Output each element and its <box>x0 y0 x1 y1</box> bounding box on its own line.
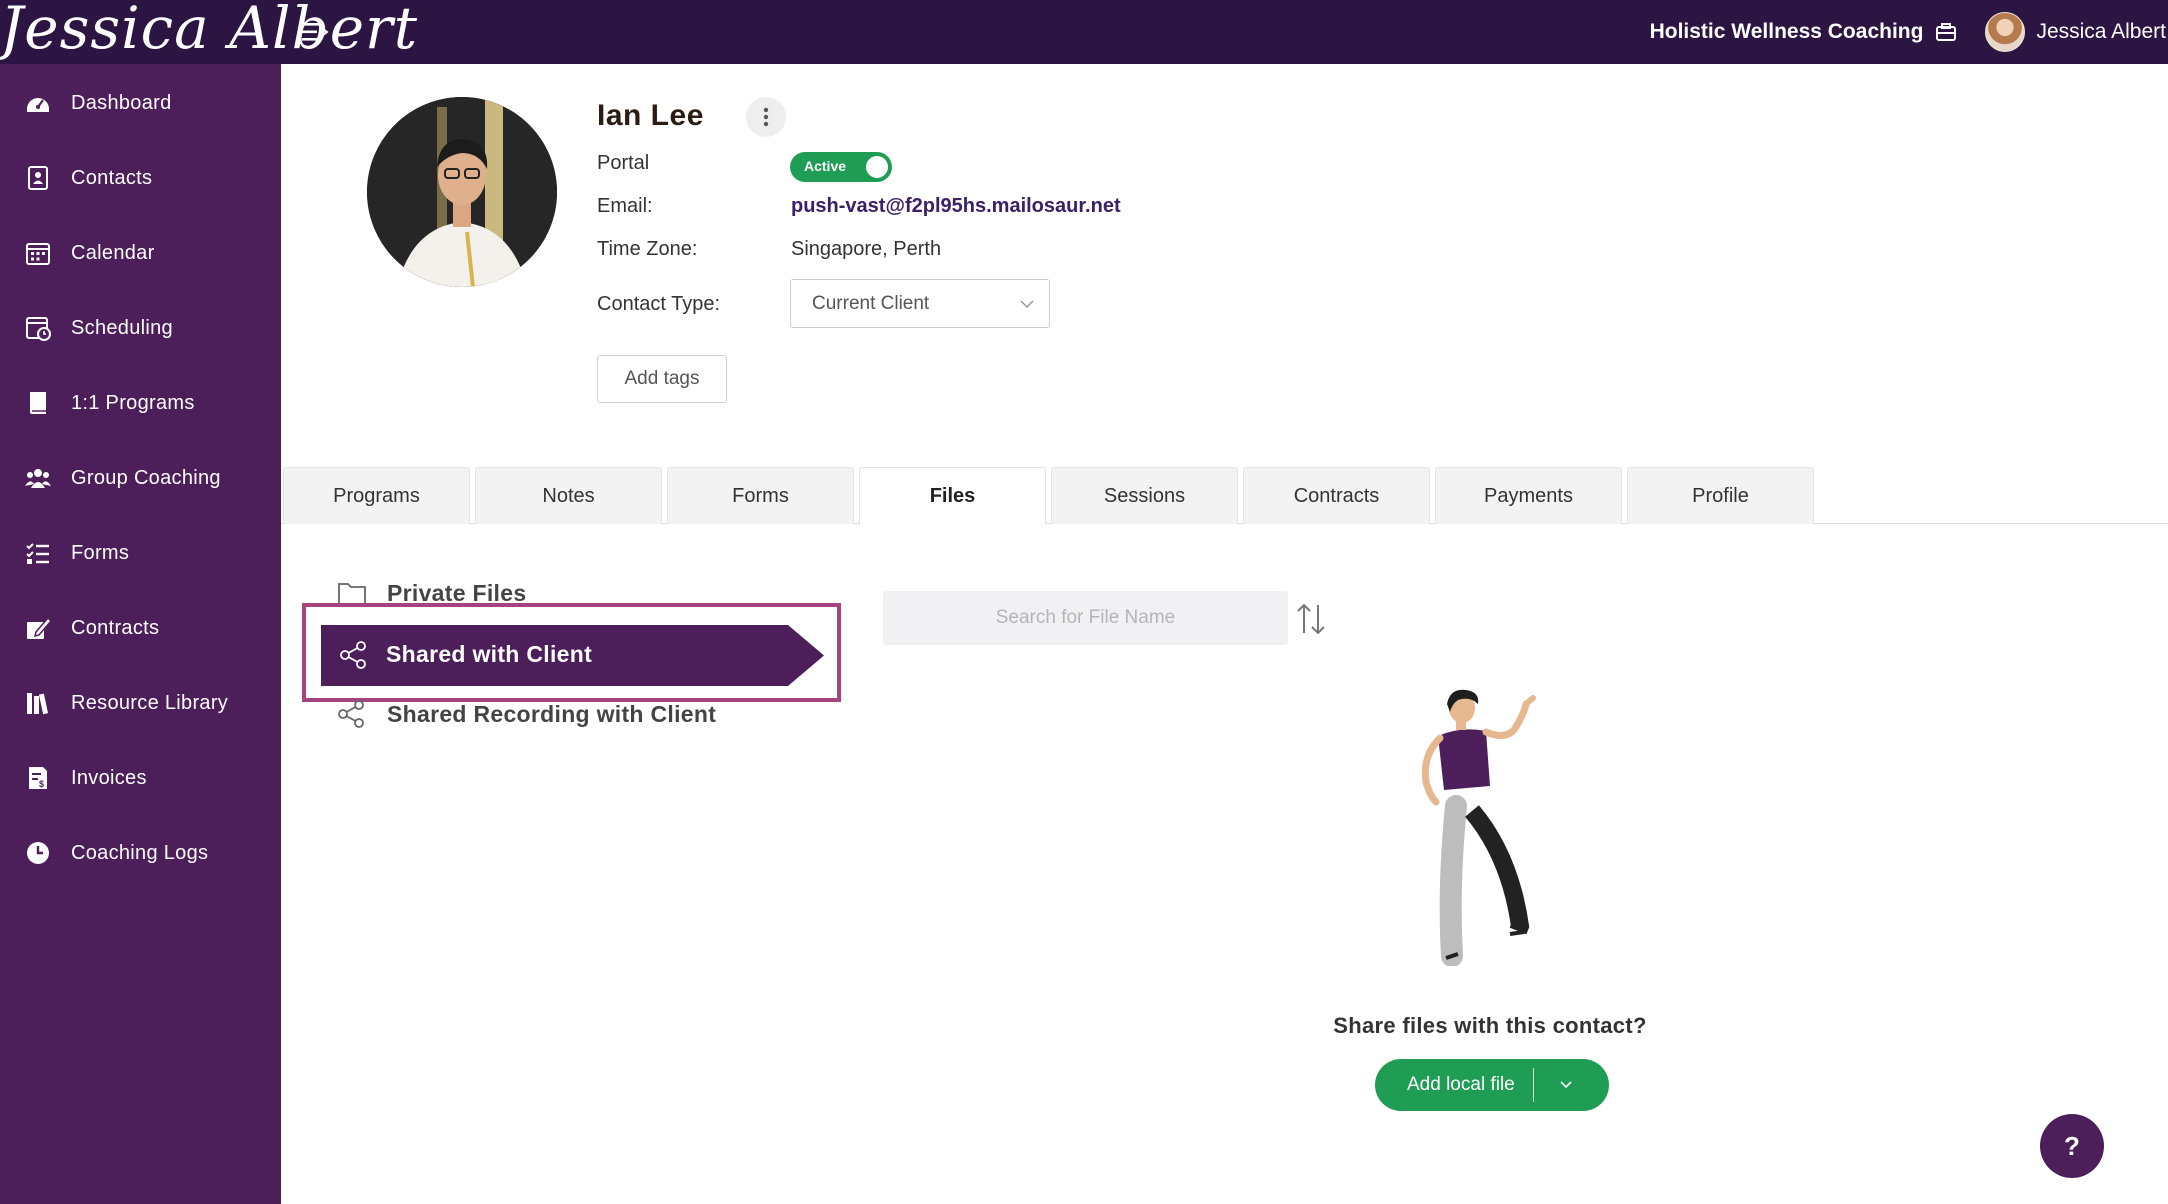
share-icon <box>340 641 366 669</box>
tab-notes[interactable]: Notes <box>475 467 662 524</box>
contact-photo-image <box>367 97 557 287</box>
tab-sessions[interactable]: Sessions <box>1051 467 1238 524</box>
sort-icon[interactable] <box>1293 601 1329 637</box>
clock-icon <box>27 842 49 864</box>
tab-forms[interactable]: Forms <box>667 467 854 524</box>
tab-programs[interactable]: Programs <box>283 467 470 524</box>
group-icon <box>25 469 51 488</box>
contacts-icon <box>28 166 48 190</box>
sidebar-item-label: Contracts <box>71 616 160 639</box>
sidebar-item-label: Scheduling <box>71 316 173 339</box>
sidebar-item-programs[interactable]: 1:1 Programs <box>0 375 281 431</box>
sidebar-item-label: Forms <box>71 541 130 564</box>
sidebar-item-forms[interactable]: Forms <box>0 525 281 581</box>
sidebar-item-calendar[interactable]: Calendar <box>0 225 281 281</box>
invoice-icon: $ <box>29 767 47 789</box>
sidebar-item-invoices[interactable]: $ Invoices <box>0 750 281 806</box>
folder-label: Shared Recording with Client <box>387 700 717 727</box>
portal-status-label: Active <box>804 158 847 174</box>
library-icon <box>27 693 49 715</box>
add-tags-button[interactable]: Add tags <box>597 355 727 403</box>
sidebar-item-label: Dashboard <box>71 91 172 114</box>
scheduling-icon <box>26 317 51 341</box>
sidebar-item-label: Group Coaching <box>71 466 221 489</box>
help-button[interactable]: ? <box>2040 1114 2104 1178</box>
brand-logo[interactable]: Jessica Albert <box>0 0 418 62</box>
sidebar-item-dashboard[interactable]: Dashboard <box>0 75 281 131</box>
contact-name: Ian Lee <box>597 99 704 132</box>
add-local-file-button[interactable]: Add local file <box>1375 1059 1609 1111</box>
portal-status-toggle[interactable]: Active <box>790 152 892 182</box>
contact-type-value: Current Client <box>812 293 930 314</box>
sidebar-item-label: 1:1 Programs <box>71 391 195 414</box>
email-value[interactable]: push-vast@f2pl95hs.mailosaur.net <box>791 195 1121 218</box>
user-avatar[interactable] <box>1985 12 2026 52</box>
top-bar: Jessica Albert Holistic Wellness Coachin… <box>0 0 2168 64</box>
calendar-icon <box>26 243 50 265</box>
empty-state-illustration <box>1421 689 1536 966</box>
contact-type-label: Contact Type: <box>597 293 721 315</box>
toggle-knob <box>866 156 888 178</box>
add-local-file-label: Add local file <box>1407 1074 1515 1095</box>
chevron-down-icon[interactable] <box>1558 1077 1574 1093</box>
more-options-button[interactable] <box>746 97 786 137</box>
sidebar-item-label: Calendar <box>71 241 155 264</box>
book-icon <box>30 392 46 414</box>
share-icon <box>338 700 364 728</box>
tab-contracts[interactable]: Contracts <box>1243 467 1430 524</box>
timezone-label: Time Zone: <box>597 238 698 260</box>
folder-shared-recording[interactable]: Shared Recording with Client <box>337 696 716 732</box>
user-name[interactable]: Jessica Albert <box>2036 20 2166 44</box>
kebab-menu-icon <box>763 107 769 127</box>
button-divider <box>1533 1068 1534 1102</box>
sidebar: Dashboard Contacts Calendar Scheduling 1… <box>0 64 281 1204</box>
sidebar-item-resource-library[interactable]: Resource Library <box>0 675 281 731</box>
top-right-area: Holistic Wellness Coaching Jessica Alber… <box>1650 0 2168 64</box>
sidebar-item-label: Coaching Logs <box>71 841 209 864</box>
dashboard-icon <box>27 98 49 112</box>
tab-profile[interactable]: Profile <box>1627 467 1814 524</box>
tab-files[interactable]: Files <box>859 467 1046 525</box>
tab-payments[interactable]: Payments <box>1435 467 1622 524</box>
sidebar-item-label: Resource Library <box>71 691 229 714</box>
sidebar-item-contracts[interactable]: Contracts <box>0 600 281 656</box>
sidebar-item-contacts[interactable]: Contacts <box>0 150 281 206</box>
forms-icon <box>26 543 49 564</box>
sidebar-item-label: Contacts <box>71 166 153 189</box>
sidebar-item-label: Invoices <box>71 766 147 789</box>
sidebar-item-coaching-logs[interactable]: Coaching Logs <box>0 825 281 881</box>
sidebar-item-group-coaching[interactable]: Group Coaching <box>0 450 281 506</box>
hamburger-menu-icon[interactable] <box>300 18 330 46</box>
briefcase-icon[interactable] <box>1935 21 1957 43</box>
email-label: Email: <box>597 195 653 217</box>
portal-label: Portal <box>597 152 650 174</box>
org-name: Holistic Wellness Coaching <box>1649 20 1924 43</box>
contact-type-select[interactable]: Current Client <box>790 279 1050 328</box>
timezone-value: Singapore, Perth <box>791 238 942 260</box>
svg-text:$: $ <box>39 779 44 789</box>
folder-label: Shared with Client <box>386 641 593 667</box>
file-search-input[interactable] <box>883 591 1288 645</box>
contract-icon <box>27 616 52 639</box>
folder-shared-with-client[interactable]: Shared with Client <box>321 625 824 686</box>
sidebar-item-scheduling[interactable]: Scheduling <box>0 300 281 356</box>
empty-state-message: Share files with this contact? <box>1333 1013 1647 1038</box>
chevron-down-icon <box>1020 300 1034 309</box>
contact-photo <box>367 97 557 287</box>
